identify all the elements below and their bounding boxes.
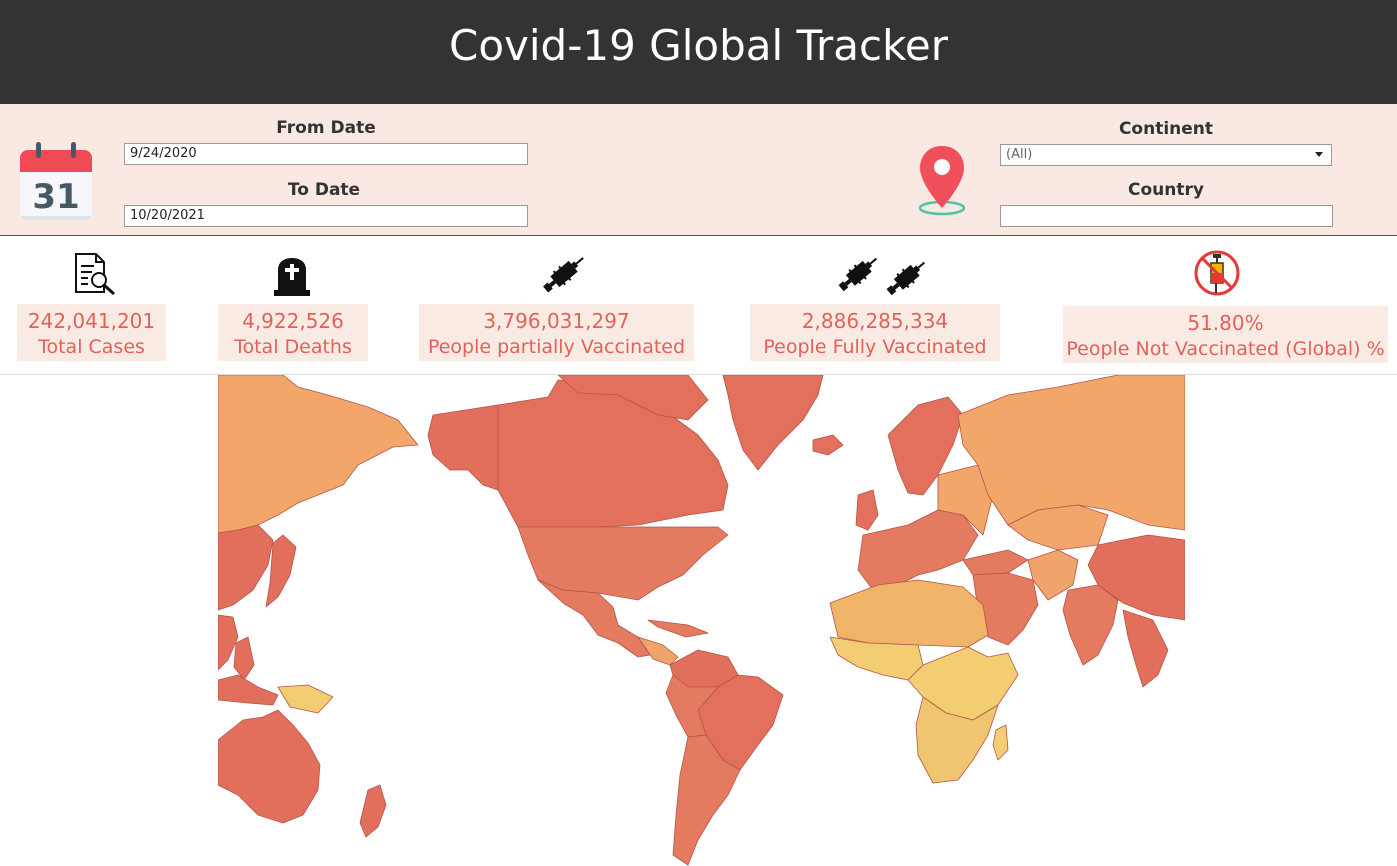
map-region-philippines: [233, 636, 255, 681]
kpi-band: 242,041,201 Total Cases 4,922,526 Total …: [0, 236, 1397, 375]
map-region-se-asia: [1122, 609, 1169, 688]
world-choropleth-map[interactable]: [218, 375, 1185, 866]
document-search-icon: [75, 253, 116, 296]
map-region-papua: [277, 684, 334, 714]
page-title: Covid-19 Global Tracker: [449, 21, 948, 70]
kpi-value: 51.80%: [1187, 311, 1264, 335]
map-region-east-asia: [218, 524, 274, 611]
location-pin-icon: [918, 146, 966, 216]
tombstone-icon: [274, 258, 310, 296]
map-region-western-europe: [857, 509, 979, 591]
map-region-uk: [855, 489, 879, 531]
map-region-madagascar: [992, 724, 1009, 761]
map-region-australia: [218, 709, 321, 824]
map-region-indonesia-left: [218, 674, 279, 706]
two-syringes-icon: [838, 257, 926, 296]
country-label: Country: [1128, 180, 1204, 200]
kpi-value: 242,041,201: [27, 309, 156, 333]
continent-value: (All): [1006, 147, 1033, 162]
map-region-greenland: [722, 375, 824, 471]
from-date-input[interactable]: 9/24/2020: [124, 143, 528, 165]
calendar-day-text: 31: [32, 177, 79, 217]
kpi-fully-vaccinated: 2,886,285,334 People Fully Vaccinated: [750, 304, 1000, 361]
kpi-label: Total Cases: [38, 336, 145, 358]
continent-label: Continent: [1118, 119, 1214, 139]
kpi-value: 4,922,526: [242, 309, 344, 333]
kpi-total-deaths: 4,922,526 Total Deaths: [218, 304, 368, 361]
map-region-new-zealand: [359, 784, 387, 838]
kpi-total-cases: 242,041,201 Total Cases: [17, 304, 166, 361]
map-region-turkey: [962, 549, 1029, 576]
chevron-down-icon[interactable]: [1315, 152, 1323, 157]
to-date-input[interactable]: 10/20/2021: [124, 205, 528, 227]
map-region-alaska: [427, 404, 499, 491]
kpi-label: People partially Vaccinated: [427, 336, 686, 358]
map-region-india: [1062, 584, 1119, 666]
map-region-north-africa: [829, 579, 989, 648]
kpi-label: Total Deaths: [234, 336, 352, 358]
country-input[interactable]: [1000, 205, 1333, 227]
kpi-not-vaccinated: 51.80% People Not Vaccinated (Global) %: [1063, 306, 1388, 363]
header-bar: Covid-19 Global Tracker: [0, 0, 1397, 104]
kpi-value: 3,796,031,297: [483, 309, 630, 333]
filter-panel: 31 From Date 9/24/2020 To Date 10/20/202…: [0, 104, 1397, 236]
map-region-caribbean: [647, 619, 709, 638]
kpi-label: People Not Vaccinated (Global) %: [1066, 338, 1385, 360]
calendar-icon: 31: [20, 142, 92, 220]
map-region-russia-east: [218, 375, 419, 534]
kpi-partially-vaccinated: 3,796,031,297 People partially Vaccinate…: [419, 304, 694, 361]
no-vaccine-icon: [1194, 250, 1240, 296]
continent-dropdown[interactable]: (All): [1000, 144, 1332, 166]
map-region-iceland: [812, 434, 844, 456]
from-date-label: From Date: [276, 118, 376, 138]
kpi-value: 2,886,285,334: [801, 309, 949, 333]
to-date-label: To Date: [287, 180, 361, 200]
syringe-icon: [543, 257, 584, 293]
kpi-label: People Fully Vaccinated: [763, 336, 987, 358]
